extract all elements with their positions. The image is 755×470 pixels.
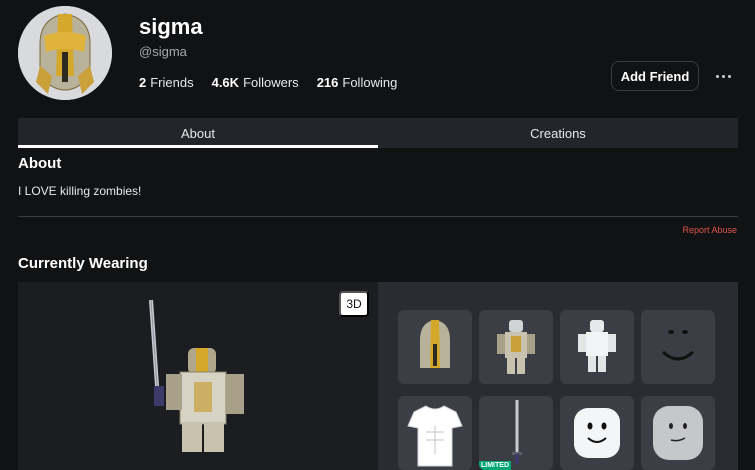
wearing-item-grey-head[interactable] <box>641 396 715 470</box>
limited-badge: LIMITED <box>479 461 511 470</box>
wearing-item-white-body[interactable] <box>560 310 634 384</box>
toggle-3d-button[interactable]: 3D <box>339 291 369 317</box>
currently-wearing-heading: Currently Wearing <box>18 255 148 272</box>
about-description: I LOVE killing zombies! <box>18 184 142 198</box>
wearing-item-white-head[interactable] <box>560 396 634 470</box>
wearing-item-armor[interactable] <box>479 310 553 384</box>
profile-stats: 2 Friends 4.6K Followers 216 Following <box>139 75 397 90</box>
profile-tabs: About Creations <box>18 118 738 148</box>
smile-face-icon <box>661 330 695 361</box>
shirt-icon <box>407 405 463 467</box>
wearing-item-shirt[interactable] <box>398 396 472 470</box>
grey-head-icon <box>653 406 703 460</box>
wearing-item-sword[interactable]: LIMITED <box>479 396 553 470</box>
wearing-items-panel: LIMITED <box>378 282 738 470</box>
helmet-avatar-image <box>18 6 112 100</box>
report-abuse-link[interactable]: Report Abuse <box>682 225 737 235</box>
white-head-icon <box>574 408 620 458</box>
avatar-viewer[interactable] <box>18 282 378 470</box>
wearing-item-smile-face[interactable] <box>641 310 715 384</box>
followers-stat[interactable]: 4.6K Followers <box>212 75 299 90</box>
following-stat[interactable]: 216 Following <box>317 75 398 90</box>
display-name: sigma <box>139 14 203 39</box>
section-divider <box>18 216 738 217</box>
add-friend-button[interactable]: Add Friend <box>611 61 699 91</box>
more-options-icon[interactable] <box>710 64 736 88</box>
helmet-icon <box>420 320 450 368</box>
about-heading: About <box>18 155 62 172</box>
tab-about[interactable]: About <box>18 118 378 148</box>
armor-character-icon <box>497 320 535 374</box>
sword-icon <box>512 400 522 464</box>
wearing-item-helmet[interactable] <box>398 310 472 384</box>
white-body-icon <box>578 320 616 372</box>
profile-avatar[interactable] <box>18 6 112 100</box>
tab-creations[interactable]: Creations <box>378 118 738 148</box>
username-handle: @sigma <box>139 44 187 59</box>
avatar-character-image <box>149 299 244 452</box>
friends-stat[interactable]: 2 Friends <box>139 75 194 90</box>
